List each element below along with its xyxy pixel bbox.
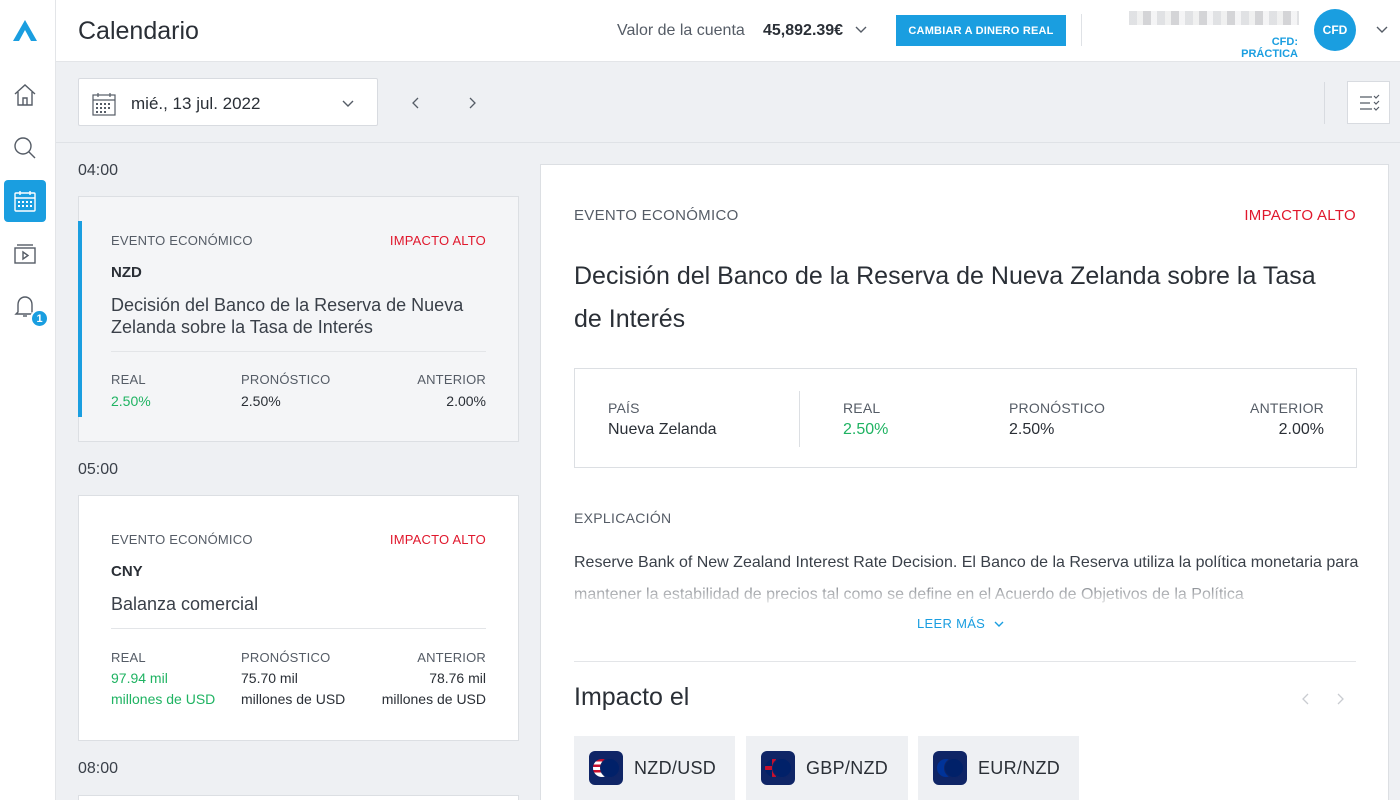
divider <box>574 661 1356 662</box>
sidebar: 1 <box>0 0 56 800</box>
sidebar-item-home[interactable] <box>4 74 46 116</box>
account-type-label[interactable]: CFD: PRÁCTICA <box>1216 36 1298 60</box>
currency-pair-nzdusd[interactable]: NZD/USD <box>574 736 735 800</box>
calendar-toolbar: mié., 13 jul. 2022 <box>56 62 1400 143</box>
page-title: Calendario <box>78 17 199 45</box>
avatar[interactable]: CFD <box>1314 9 1356 51</box>
previous-value: 78.76 mil millones de USD <box>382 668 486 710</box>
real-label: REAL <box>843 400 881 416</box>
previous-value-unit: millones de USD <box>381 691 486 707</box>
previous-value-line: 78.76 mil <box>429 670 486 686</box>
chevron-down-icon <box>994 621 1004 627</box>
event-type: EVENTO ECONÓMICO <box>111 532 253 547</box>
previous-label: ANTERIOR <box>417 650 486 665</box>
read-more-button[interactable]: LEER MÁS <box>917 616 1005 631</box>
selected-date: mié., 13 jul. 2022 <box>131 94 261 113</box>
currency-pair-gbpnzd[interactable]: GBP/NZD <box>746 736 908 800</box>
sidebar-item-videos[interactable] <box>4 232 46 274</box>
home-icon <box>14 84 36 106</box>
pair-label: EUR/NZD <box>978 757 1061 778</box>
forecast-label: PRONÓSTICO <box>241 650 331 665</box>
forecast-value: 2.50% <box>1009 421 1055 438</box>
event-detail-panel: EVENTO ECONÓMICO IMPACTO ALTO Decisión d… <box>540 164 1389 800</box>
real-label: REAL <box>111 372 146 387</box>
pair-label: GBP/NZD <box>806 757 889 778</box>
real-value: 97.94 mil millones de USD <box>111 668 215 710</box>
account-value-label: Valor de la cuenta <box>617 22 745 39</box>
real-value-line: 97.94 mil <box>111 670 168 686</box>
currency-pair-eurnzd[interactable]: EUR/NZD <box>918 736 1079 800</box>
time-label: 04:00 <box>78 162 119 179</box>
filter-button[interactable] <box>1347 81 1390 124</box>
time-label: 05:00 <box>78 461 119 478</box>
account-value[interactable]: 45,892.39€ <box>763 22 843 40</box>
previous-label: ANTERIOR <box>417 372 486 387</box>
real-label: REAL <box>111 650 146 665</box>
stats-divider <box>799 391 800 447</box>
search-icon <box>14 137 36 159</box>
forecast-value: 75.70 mil millones de USD <box>241 668 345 710</box>
forecast-value: 2.50% <box>241 393 281 409</box>
previous-value: 2.00% <box>1278 421 1324 438</box>
event-title: Decisión del Banco de la Reserva de Nuev… <box>111 295 464 337</box>
real-value: 2.50% <box>111 393 151 409</box>
sidebar-item-search[interactable] <box>4 127 46 169</box>
forecast-value-line: 75.70 mil <box>241 670 298 686</box>
switch-to-real-money-button[interactable]: CAMBIAR A DINERO REAL <box>896 15 1066 46</box>
event-card[interactable]: EVENTO ECONÓMICO IMPACTO ALTO NZD Decisi… <box>78 196 519 442</box>
forecast-value-unit: millones de USD <box>241 691 346 707</box>
forecast-label: PRONÓSTICO <box>1009 400 1106 416</box>
detail-title: Decisión del Banco de la Reserva de Nuev… <box>574 262 1316 333</box>
calendar-icon <box>14 191 36 212</box>
chevron-down-icon[interactable] <box>1375 22 1389 36</box>
explanation-label: EXPLICACIÓN <box>574 510 672 526</box>
carousel-next-button[interactable] <box>1333 692 1347 706</box>
nz-us-flag-icon <box>589 751 623 785</box>
previous-label: ANTERIOR <box>1250 400 1324 416</box>
previous-value: 2.00% <box>446 393 486 409</box>
calendar-icon <box>92 93 116 116</box>
video-icon <box>14 244 36 264</box>
sidebar-item-calendar[interactable] <box>4 180 46 222</box>
read-more-label: LEER MÁS <box>917 616 986 631</box>
country-label: PAÍS <box>608 400 640 416</box>
filter-list-icon <box>1359 94 1379 111</box>
event-card[interactable] <box>78 795 519 800</box>
pair-label: NZD/USD <box>634 757 717 778</box>
toolbar-divider <box>1324 82 1325 124</box>
impact-label: IMPACTO ALTO <box>389 233 486 248</box>
app-logo-icon[interactable] <box>11 17 39 45</box>
detail-stats: PAÍS Nueva Zelanda REAL 2.50% PRONÓSTICO… <box>574 368 1357 468</box>
user-name-redacted <box>1129 11 1299 25</box>
event-type: EVENTO ECONÓMICO <box>111 233 253 248</box>
event-card[interactable]: EVENTO ECONÓMICO IMPACTO ALTO CNY Balanz… <box>78 495 519 741</box>
impact-label: IMPACTO ALTO <box>389 532 486 547</box>
explanation-text: Reserve Bank of New Zealand Interest Rat… <box>574 554 1359 603</box>
forecast-label: PRONÓSTICO <box>241 372 331 387</box>
previous-day-button[interactable] <box>406 93 426 113</box>
country-value: Nueva Zelanda <box>608 421 717 438</box>
chevron-down-icon[interactable] <box>854 22 868 36</box>
date-picker[interactable]: mié., 13 jul. 2022 <box>78 78 378 126</box>
detail-impact-label: IMPACTO ALTO <box>1244 207 1356 224</box>
gb-nz-flag-icon <box>761 751 795 785</box>
divider <box>111 351 486 352</box>
detail-event-type: EVENTO ECONÓMICO <box>574 207 739 224</box>
real-value: 2.50% <box>843 421 889 438</box>
impact-section-title: Impacto el <box>574 683 690 711</box>
event-title: Balanza comercial <box>111 594 259 614</box>
event-currency: NZD <box>111 264 142 281</box>
real-value-unit: millones de USD <box>111 691 216 707</box>
carousel-prev-button[interactable] <box>1299 692 1313 706</box>
divider <box>111 628 486 629</box>
chevron-down-icon <box>342 100 354 107</box>
eu-nz-flag-icon <box>933 751 967 785</box>
top-header: Calendario Valor de la cuenta 45,892.39€… <box>56 0 1400 62</box>
next-day-button[interactable] <box>462 93 482 113</box>
time-label: 08:00 <box>78 760 119 777</box>
event-currency: CNY <box>111 563 143 580</box>
header-divider <box>1081 14 1082 46</box>
notification-badge: 1 <box>30 309 49 328</box>
